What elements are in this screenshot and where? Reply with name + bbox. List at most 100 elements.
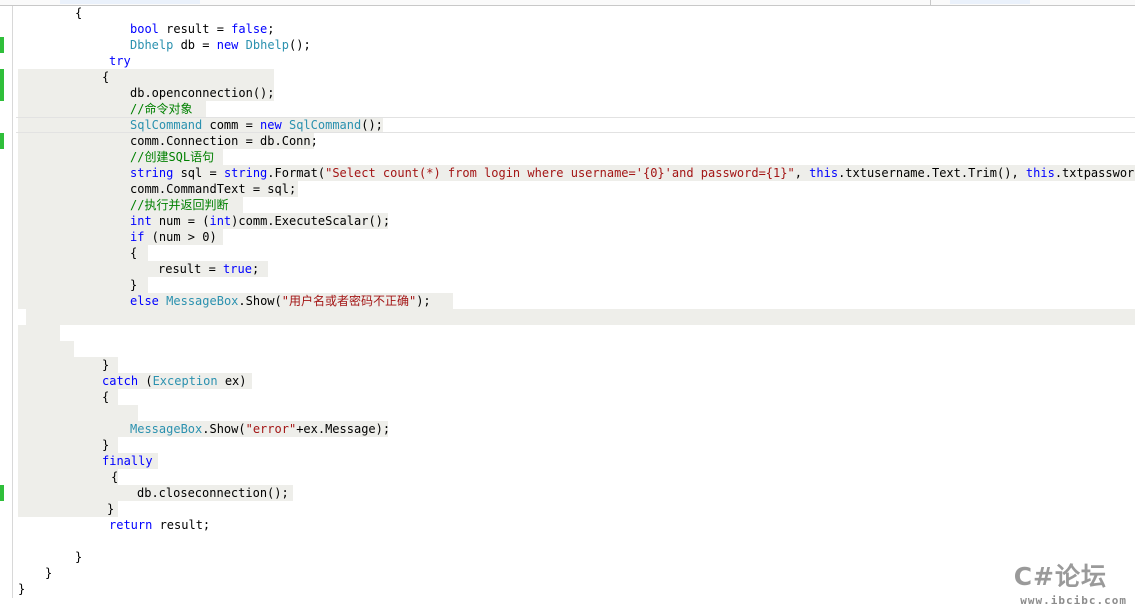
code-line[interactable]: } [102,357,109,373]
code-token: true [223,262,252,276]
code-line[interactable]: bool result = false; [130,21,275,37]
code-token: { [130,246,138,260]
code-token: this [1025,166,1055,180]
code-token: this [809,166,839,180]
code-editor[interactable]: { bool result = false; Dbhelp db = new Dbh… [0,0,1135,609]
code-token: ; [267,22,275,36]
code-token: .Show( [202,422,246,436]
code-line[interactable]: if (num > 0) [130,229,217,245]
tab-fragment-right[interactable] [950,0,1030,4]
code-token: Exception [152,374,218,388]
code-token: db.openconnection(); [130,86,275,100]
code-token: SqlCommand [130,118,203,132]
code-line[interactable]: try [109,53,131,69]
code-token: finally [102,454,153,468]
code-token: "用户名或者密码不正确" [281,294,417,308]
code-line[interactable]: } [107,501,114,517]
code-token: try [109,54,131,68]
selection-highlight-row [18,501,118,517]
code-token: Dbhelp [130,38,174,52]
code-line[interactable]: string sql = string.Format("Select count… [130,165,1135,181]
code-line[interactable]: { [102,69,109,85]
selection-highlight-row [18,325,60,341]
code-line[interactable]: int num = (int)comm.ExecuteScalar(); [130,213,390,229]
change-marker [0,37,4,53]
code-line[interactable]: MessageBox.Show("error"+ex.Message); [130,421,390,437]
code-token: } [75,550,83,564]
code-token: ); [416,294,431,308]
code-token: string [130,166,174,180]
code-token: comm.CommandText = sql; [130,182,297,196]
code-token: //创建SQL语句 [130,150,215,164]
code-token: result; [152,518,211,532]
code-line[interactable]: result = true; [158,261,259,277]
code-token: } [102,358,110,372]
code-token: new [260,118,282,132]
watermark-url: www.ibcibc.com [1020,594,1127,607]
code-token: Dbhelp [245,38,289,52]
code-token: else [130,294,159,308]
change-marker [0,69,4,101]
code-line[interactable]: { [111,469,118,485]
code-token: { [102,70,110,84]
code-token: db.closeconnection(); [137,486,289,500]
code-token: { [75,6,83,20]
code-line[interactable]: { [102,389,109,405]
code-line[interactable]: { [75,5,82,21]
code-line[interactable]: } [18,581,25,597]
code-line[interactable]: { [130,245,137,261]
code-token: ex) [217,374,247,388]
code-line[interactable]: Dbhelp db = new Dbhelp(); [130,37,311,53]
code-token: MessageBox [166,294,239,308]
code-token: string [223,166,268,180]
code-line[interactable]: } [75,549,82,565]
selection-highlight-row [26,309,1135,325]
code-token: .txtpassword.Tex [1054,166,1135,180]
code-line[interactable]: catch (Exception ex) [102,373,247,389]
code-token: result = [158,22,232,36]
code-line[interactable]: } [102,437,109,453]
change-marker [0,485,4,501]
code-line[interactable]: comm.CommandText = sql; [130,181,296,197]
code-token: ( [138,374,153,388]
code-token: db = [173,38,217,52]
code-token: )comm.ExecuteScalar(); [231,214,391,228]
code-token: if [130,230,145,244]
code-line[interactable]: } [130,277,137,293]
code-token: result = [158,262,224,276]
code-token: catch [102,374,139,388]
code-token: //执行并返回判断 [130,198,229,212]
code-line[interactable]: //命令对象 [130,101,192,117]
code-token: int [209,214,232,228]
code-line[interactable]: db.openconnection(); [130,85,275,101]
code-line[interactable]: //执行并返回判断 [130,197,228,213]
code-line[interactable]: //创建SQL语句 [130,149,214,165]
code-line[interactable]: else MessageBox.Show("用户名或者密码不正确"); [130,293,431,309]
code-token: (); [289,38,311,52]
code-token: return [109,518,153,532]
code-line[interactable]: SqlCommand comm = new SqlCommand(); [130,117,383,133]
code-token: +ex.Message); [296,422,391,436]
code-line[interactable]: finally [102,453,153,469]
code-token: MessageBox [130,422,203,436]
selection-highlight-row [18,277,148,293]
code-line[interactable]: comm.Connection = db.Conn; [130,133,318,149]
code-line[interactable]: db.closeconnection(); [137,485,289,501]
code-token: } [102,438,110,452]
editor-tab-strip [0,0,1135,6]
code-token: ; [251,262,260,276]
tab-separator [930,0,931,5]
code-token: "error" [245,422,297,436]
watermark-brand: C#论坛 [1013,562,1107,591]
code-line[interactable]: } [45,565,52,581]
code-token: int [130,214,152,228]
code-token: "Select count(*) from login where userna… [325,166,795,180]
code-line[interactable]: return result; [109,517,210,533]
code-token: (); [361,118,383,132]
tab-fragment-left[interactable] [60,0,200,4]
code-token: SqlCommand [288,118,362,132]
code-token: } [45,566,53,580]
selection-highlight-row [18,69,274,85]
change-marker [0,133,4,149]
